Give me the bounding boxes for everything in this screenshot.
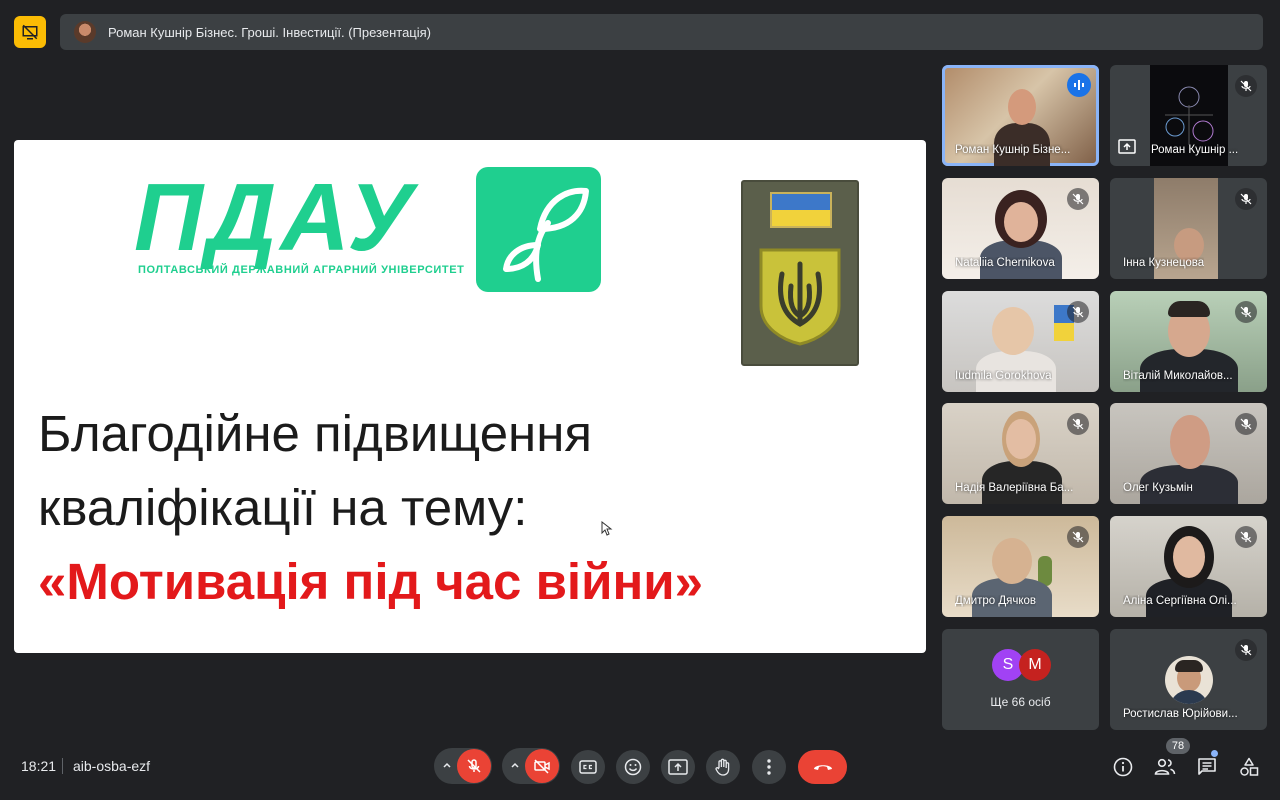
captions-button[interactable] [571,750,605,784]
participant-tile[interactable]: Олег Кузьмін [1110,403,1267,504]
mic-off-icon [1067,301,1089,323]
university-logo-subtitle: ПОЛТАВСЬКИЙ ДЕРЖАВНИЙ АГРАРНИЙ УНІВЕРСИТ… [138,264,465,276]
participant-name: Аліна Сергіївна Олі... [1123,595,1237,607]
participant-tile[interactable]: Дмитро Дячков [942,516,1099,617]
slide-line-2: кваліфікації на тему: [38,479,528,536]
participant-name: Роман Кушнір ... [1151,144,1239,156]
participant-name: Ростислав Юрійови... [1123,708,1238,720]
participant-tile[interactable]: Iudmila Gorokhova [942,291,1099,392]
video-options-button[interactable] [508,758,522,772]
chevron-up-icon [443,762,451,768]
mic-off-icon [1235,301,1257,323]
leaf-icon [503,187,589,282]
meeting-details-button[interactable] [1108,752,1138,782]
chat-icon [1198,758,1216,775]
captions-icon [579,760,597,774]
chat-notification-dot [1211,750,1218,757]
presentation-off-icon [22,24,38,40]
raise-hand-icon [715,758,730,776]
mic-off-icon [1235,639,1257,661]
audio-options-button[interactable] [440,758,454,772]
mic-off-icon [1067,526,1089,548]
participant-name: Надія Валеріївна Ба... [955,482,1074,494]
mic-off-icon [1067,413,1089,435]
participant-tile[interactable]: Аліна Сергіївна Олі... [1110,516,1267,617]
participant-tile[interactable]: Роман Кушнір ... [1110,65,1267,166]
people-button[interactable] [1150,752,1180,782]
mic-off-icon [1235,413,1257,435]
chat-button[interactable] [1192,752,1222,782]
university-logo-mark [476,167,601,292]
divider [62,758,63,774]
military-patch [741,180,859,366]
raise-hand-button[interactable] [706,750,740,784]
avatar: M [1019,649,1051,681]
chevron-up-icon [511,762,519,768]
mic-off-icon [1235,526,1257,548]
participant-tile[interactable]: Віталій Миколайов... [1110,291,1267,392]
activities-icon [1240,757,1259,776]
ukraine-flag-icon [770,192,832,228]
more-participants-tile[interactable]: S M Ще 66 осіб [942,629,1099,730]
trident-shield-icon [759,248,841,346]
more-options-button[interactable] [752,750,786,784]
participant-name: Роман Кушнір Бізне... [955,144,1071,156]
participant-name: Iudmila Gorokhova [955,370,1052,382]
speaking-indicator-icon [1067,73,1091,97]
meeting-code: aib-osba-ezf [73,758,151,774]
more-options-icon [767,759,771,775]
presenting-icon [1118,139,1136,154]
participant-name: Олег Кузьмін [1123,482,1193,494]
hang-up-icon [813,765,832,770]
present-now-button[interactable] [661,750,695,784]
slide-accent-line: «Мотивація під час війни» [38,553,703,610]
emoji-icon [624,758,642,776]
participant-tile[interactable]: Nataliia Chernikova [942,178,1099,279]
mouse-cursor-icon [601,521,613,536]
stop-presentation-button[interactable] [14,16,46,48]
camera-button[interactable] [525,749,559,783]
university-logo-text: ПДАУ [134,164,417,271]
people-icon [1154,758,1176,775]
more-participants-label: Ще 66 осіб [990,695,1051,709]
presentation-title: Роман Кушнір Бізнес. Гроші. Інвестиції. … [108,24,432,40]
mic-off-icon [467,759,481,773]
participant-name: Дмитро Дячков [955,595,1037,607]
meeting-clock: 18:21 [21,758,57,774]
presenter-bar: Роман Кушнір Бізнес. Гроші. Інвестиції. … [60,14,1263,50]
camera-off-icon [534,759,550,774]
info-icon [1113,757,1133,777]
present-icon [668,759,688,775]
participant-name: Nataliia Chernikova [955,257,1055,269]
microphone-button[interactable] [457,749,491,783]
leave-call-button[interactable] [798,750,847,784]
mic-off-icon [1235,188,1257,210]
participant-tile[interactable]: Роман Кушнір Бізне... [942,65,1099,166]
shared-slide: ПДАУ ПОЛТАВСЬКИЙ ДЕРЖАВНИЙ АГРАРНИЙ УНІВ… [14,140,926,653]
participant-name: Інна Кузнецова [1123,257,1205,269]
presenter-avatar [74,21,96,43]
participant-tile[interactable]: Надія Валеріївна Ба... [942,403,1099,504]
reactions-button[interactable] [616,750,650,784]
participant-tile[interactable]: Ростислав Юрійови... [1110,629,1267,730]
activities-button[interactable] [1234,752,1264,782]
slide-line-1: Благодійне підвищення [38,405,593,462]
mic-off-icon [1235,75,1257,97]
participant-name: Віталій Миколайов... [1123,370,1233,382]
participant-tile[interactable]: Інна Кузнецова [1110,178,1267,279]
mic-off-icon [1067,188,1089,210]
